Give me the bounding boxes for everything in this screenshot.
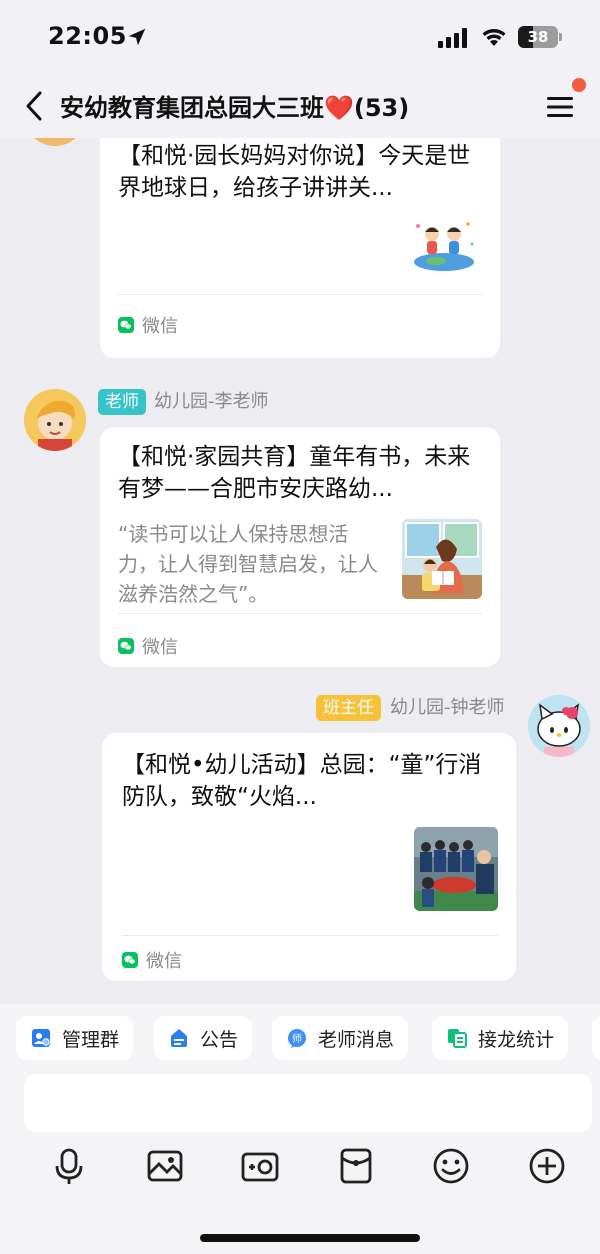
sender-name[interactable]: 幼儿园-钟老师 bbox=[390, 695, 505, 721]
card-divider bbox=[118, 294, 482, 295]
card-thumbnail bbox=[402, 519, 482, 599]
battery-text: 38 bbox=[527, 28, 549, 46]
relay-stats-icon bbox=[448, 1029, 467, 1048]
emoji-icon[interactable] bbox=[431, 1146, 471, 1186]
card-thumbnail bbox=[414, 827, 498, 911]
status-time: 22:05 bbox=[48, 22, 127, 50]
announcement-icon bbox=[171, 1029, 187, 1047]
avatar[interactable] bbox=[24, 389, 86, 451]
wechat-icon bbox=[118, 317, 134, 333]
wechat-icon bbox=[122, 952, 138, 968]
link-card[interactable]: 【和悦·园长妈妈对你说】今天是世界地球日，给孩子讲讲关... 微信 bbox=[100, 138, 500, 358]
manage-group-icon bbox=[32, 1029, 50, 1047]
location-arrow-icon bbox=[128, 28, 146, 46]
home-indicator bbox=[200, 1234, 420, 1242]
red-packet-icon[interactable] bbox=[336, 1146, 376, 1186]
quick-action-more[interactable] bbox=[592, 1016, 600, 1060]
role-badge-head-teacher: 班主任 bbox=[316, 695, 381, 721]
quick-action-manage-group[interactable]: 管理群 bbox=[16, 1016, 134, 1060]
avatar[interactable] bbox=[24, 138, 86, 146]
teacher-message-icon: 师 bbox=[288, 1029, 306, 1048]
card-source-label: 微信 bbox=[146, 951, 182, 972]
card-title: 【和悦·园长妈妈对你说】今天是世界地球日，给孩子讲讲关... bbox=[118, 143, 471, 201]
menu-icon[interactable] bbox=[544, 92, 576, 122]
notification-dot bbox=[572, 78, 586, 92]
link-card[interactable]: 【和悦•幼儿活动】总园：“童”行消防队，致敬“火焰... 微信 bbox=[102, 733, 516, 981]
back-button[interactable] bbox=[18, 86, 50, 126]
nav-bar: 安幼教育集团总园大三班❤️(53) bbox=[0, 76, 600, 138]
avatar[interactable] bbox=[528, 695, 590, 757]
card-source-label: 微信 bbox=[142, 637, 178, 658]
card-divider bbox=[118, 613, 482, 614]
quick-action-label: 接龙统计 bbox=[478, 1028, 555, 1051]
chat-title[interactable]: 安幼教育集团总园大三班❤️(53) bbox=[60, 88, 409, 123]
status-bar: 22:05 38 bbox=[0, 0, 600, 76]
wifi-icon bbox=[482, 29, 506, 46]
svg-text:师: 师 bbox=[292, 1032, 302, 1045]
battery-icon: 38 bbox=[518, 26, 558, 48]
link-card[interactable]: 【和悦·家园共育】童年有书，未来有梦——合肥市安庆路幼... “读书可以让人保持… bbox=[100, 427, 500, 667]
bottom-panel: 管理群 公告 师 老师消息 接龙统计 bbox=[0, 1004, 600, 1254]
quick-action-relay-stats[interactable]: 接龙统计 bbox=[432, 1016, 569, 1060]
camera-icon[interactable] bbox=[240, 1146, 280, 1186]
hello-kitty-avatar bbox=[528, 695, 590, 757]
mother-reading-illustration bbox=[402, 519, 482, 599]
card-description: “读书可以让人保持思想活力，让人得到智慧启发，让人滋养浩然之气”。 bbox=[118, 522, 378, 606]
role-badge-teacher: 老师 bbox=[98, 389, 146, 415]
microphone-icon[interactable] bbox=[49, 1146, 89, 1186]
card-title: 【和悦·家园共育】童年有书，未来有梦——合肥市安庆路幼... bbox=[118, 444, 471, 502]
quick-action-teacher-message[interactable]: 师 老师消息 bbox=[272, 1016, 409, 1060]
signal-icon bbox=[438, 28, 467, 48]
chevron-left-icon bbox=[26, 91, 42, 121]
firefighter-children-photo bbox=[414, 827, 498, 911]
message-input[interactable] bbox=[24, 1074, 592, 1132]
quick-action-label: 公告 bbox=[200, 1028, 239, 1051]
children-earth-illustration bbox=[406, 214, 482, 274]
quick-action-label: 管理群 bbox=[62, 1028, 120, 1051]
sender-name[interactable]: 幼儿园-李老师 bbox=[154, 389, 269, 415]
image-icon[interactable] bbox=[145, 1146, 185, 1186]
card-source: 微信 bbox=[118, 312, 178, 338]
card-source-label: 微信 bbox=[142, 316, 178, 337]
quick-action-announcement[interactable]: 公告 bbox=[154, 1016, 253, 1060]
cartoon-boy-avatar bbox=[24, 389, 86, 451]
card-source: 微信 bbox=[122, 947, 182, 973]
chat-area[interactable]: 【和悦·园长妈妈对你说】今天是世界地球日，给孩子讲讲关... 微信 老师 幼儿园… bbox=[0, 138, 600, 1004]
wechat-icon bbox=[118, 638, 134, 654]
quick-action-label: 老师消息 bbox=[318, 1028, 395, 1051]
card-divider bbox=[122, 935, 498, 936]
battery-nub bbox=[559, 33, 562, 41]
card-thumbnail bbox=[406, 214, 482, 274]
card-source: 微信 bbox=[118, 633, 178, 659]
card-title: 【和悦•幼儿活动】总园：“童”行消防队，致敬“火焰... bbox=[122, 752, 482, 810]
plus-icon[interactable] bbox=[527, 1146, 567, 1186]
